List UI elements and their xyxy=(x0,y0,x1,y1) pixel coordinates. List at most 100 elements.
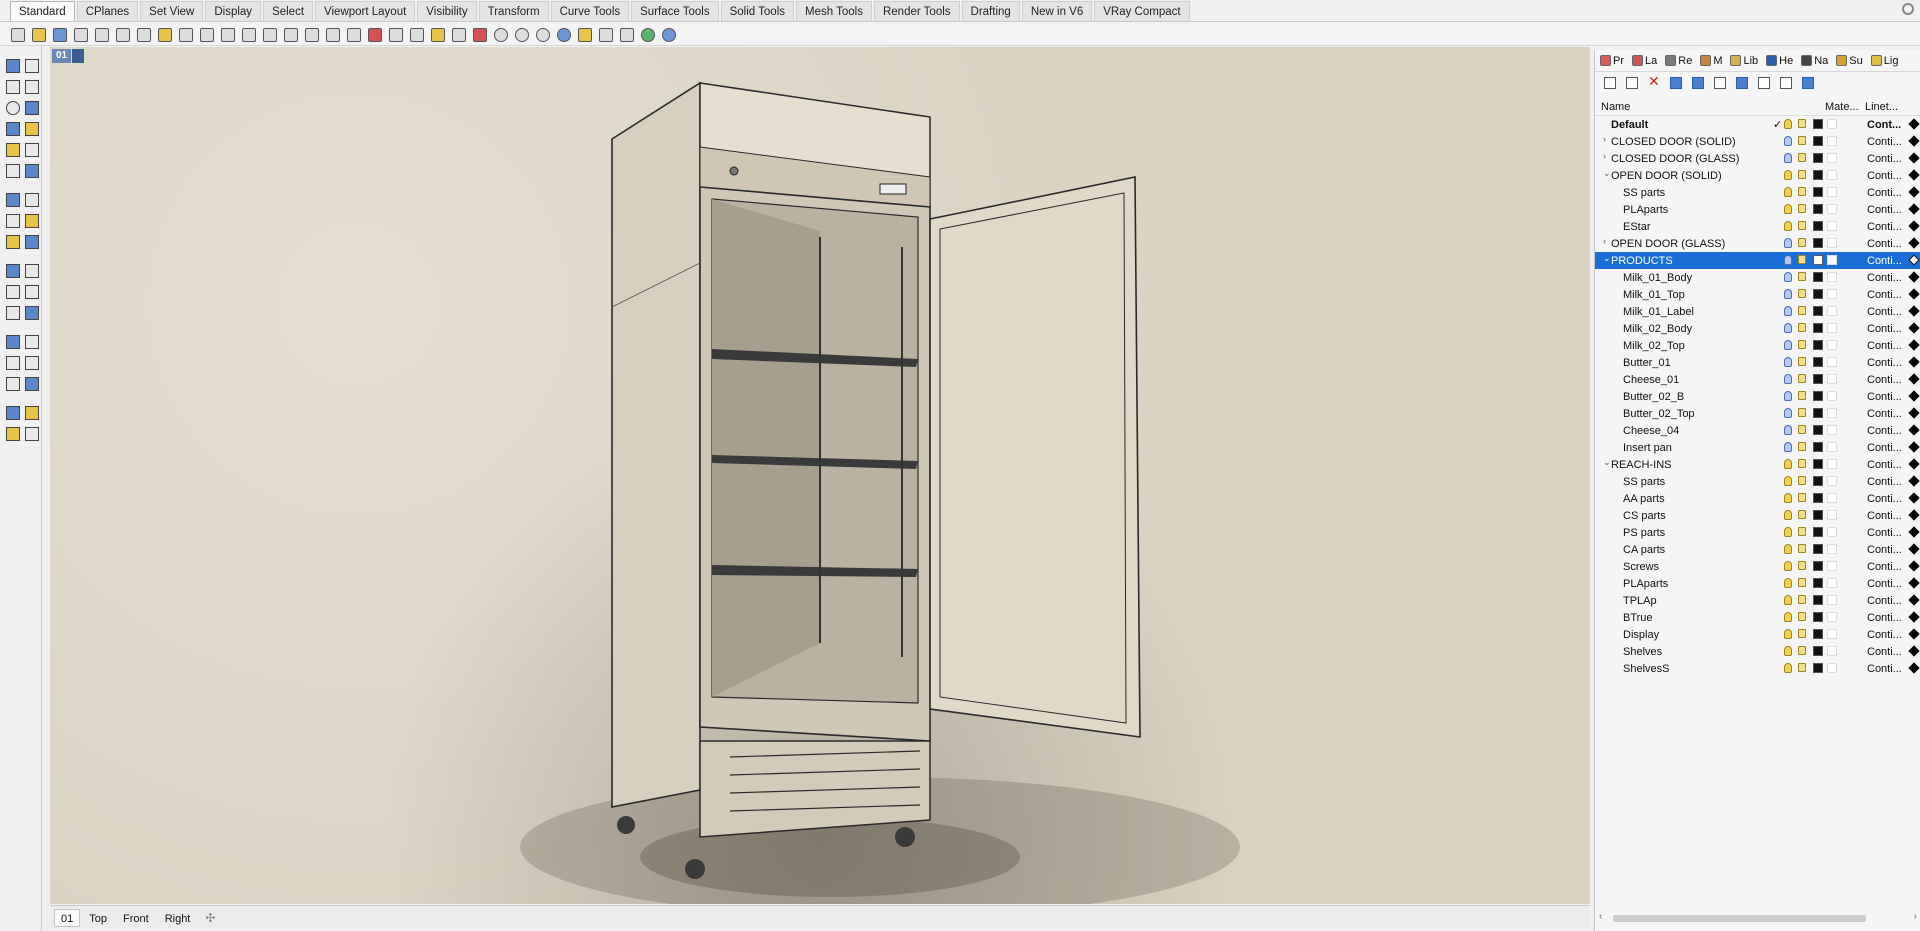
arc-icon[interactable] xyxy=(23,99,38,115)
layer-row[interactable]: Display Conti... xyxy=(1595,626,1920,643)
collapse-icon[interactable]: ⌄ xyxy=(1603,168,1611,179)
layer-row[interactable]: Screws Conti... xyxy=(1595,558,1920,575)
material-swatch[interactable] xyxy=(1827,221,1837,231)
layer-color-swatch[interactable] xyxy=(1813,561,1823,571)
print-color-icon[interactable] xyxy=(1908,645,1920,657)
visibility-bulb-icon[interactable] xyxy=(1784,629,1792,639)
layer-state-icon[interactable] xyxy=(4,425,20,441)
expand-icon[interactable]: › xyxy=(1603,236,1606,246)
lock-icon[interactable] xyxy=(1798,238,1806,247)
lock-icon[interactable] xyxy=(1798,510,1806,519)
layer-row[interactable]: Milk_02_Top Conti... xyxy=(1595,337,1920,354)
lock-icon[interactable] xyxy=(1798,374,1806,383)
material-swatch[interactable] xyxy=(1827,629,1837,639)
lock-icon[interactable] xyxy=(1798,170,1806,179)
linetype-value[interactable]: Conti... xyxy=(1867,544,1902,556)
linetype-value[interactable]: Conti... xyxy=(1867,153,1902,165)
linetype-value[interactable]: Conti... xyxy=(1867,646,1902,658)
layer-row[interactable]: CS parts Conti... xyxy=(1595,507,1920,524)
text-icon[interactable] xyxy=(23,333,38,349)
print-color-icon[interactable] xyxy=(1908,169,1920,181)
linetype-value[interactable]: Conti... xyxy=(1867,408,1902,420)
layer-row[interactable]: BTrue Conti... xyxy=(1595,609,1920,626)
undo-icon[interactable] xyxy=(176,25,194,43)
layer-color-swatch[interactable] xyxy=(1813,425,1823,435)
linetype-value[interactable]: Conti... xyxy=(1867,204,1902,216)
expand-icon[interactable]: › xyxy=(1603,151,1606,161)
drag-icon[interactable] xyxy=(407,25,425,43)
layer-color-swatch[interactable] xyxy=(1813,629,1823,639)
layer-color-swatch[interactable] xyxy=(1813,255,1823,265)
ribbon-tab-select[interactable]: Select xyxy=(263,1,314,21)
layer-row[interactable]: PS parts Conti... xyxy=(1595,524,1920,541)
scale-icon[interactable] xyxy=(23,304,38,320)
block-icon[interactable] xyxy=(4,375,20,391)
layer-row[interactable]: Butter_02_B Conti... xyxy=(1595,388,1920,405)
boolean-icon[interactable] xyxy=(4,283,20,299)
lock-icon[interactable] xyxy=(449,25,467,43)
layer-color-swatch[interactable] xyxy=(1813,476,1823,486)
panel-tab-sun[interactable]: Su xyxy=(1833,52,1865,70)
lock-icon[interactable] xyxy=(1798,629,1806,638)
column-name[interactable]: Name xyxy=(1595,101,1825,113)
layer-color-swatch[interactable] xyxy=(1813,646,1823,656)
layer-color-swatch[interactable] xyxy=(1813,119,1823,129)
print-color-icon[interactable] xyxy=(1908,628,1920,640)
lock-icon[interactable] xyxy=(1798,408,1806,417)
visibility-bulb-icon[interactable] xyxy=(1784,221,1792,231)
visibility-bulb-icon[interactable] xyxy=(1784,170,1792,180)
layer-color-swatch[interactable] xyxy=(1813,170,1823,180)
layer-row[interactable]: SS parts Conti... xyxy=(1595,184,1920,201)
move-layer-to-parent-icon[interactable] xyxy=(1713,76,1727,90)
material-swatch[interactable] xyxy=(1827,442,1837,452)
visibility-bulb-icon[interactable] xyxy=(1784,442,1792,452)
layer-color-swatch[interactable] xyxy=(1813,153,1823,163)
layer-color-swatch[interactable] xyxy=(1813,493,1823,503)
ribbon-tab-viewport-layout[interactable]: Viewport Layout xyxy=(315,1,416,21)
lock-icon[interactable] xyxy=(1798,119,1806,128)
save-icon[interactable] xyxy=(50,25,68,43)
visibility-bulb-icon[interactable] xyxy=(1784,510,1792,520)
layer-row[interactable]: PLAparts Conti... xyxy=(1595,575,1920,592)
print-color-icon[interactable] xyxy=(1908,492,1920,504)
material-swatch[interactable] xyxy=(1827,119,1837,129)
layer-row[interactable]: › OPEN DOOR (GLASS) Conti... xyxy=(1595,235,1920,252)
ribbon-tab-set-view[interactable]: Set View xyxy=(140,1,204,21)
linetype-value[interactable]: Cont... xyxy=(1867,119,1901,131)
lock-icon[interactable] xyxy=(1798,493,1806,502)
layer-row[interactable]: TPLAp Conti... xyxy=(1595,592,1920,609)
visibility-bulb-icon[interactable] xyxy=(1784,595,1792,605)
visibility-bulb-icon[interactable] xyxy=(1784,136,1792,146)
print-color-icon[interactable] xyxy=(1908,203,1920,215)
filter-icon[interactable] xyxy=(1735,76,1749,90)
lock-icon[interactable] xyxy=(1798,527,1806,536)
print-color-icon[interactable] xyxy=(1908,526,1920,538)
layer-color-swatch[interactable] xyxy=(1813,323,1823,333)
layer-color-swatch[interactable] xyxy=(1813,595,1823,605)
print-icon[interactable] xyxy=(71,25,89,43)
layer-color-swatch[interactable] xyxy=(1813,289,1823,299)
lock-icon[interactable] xyxy=(1798,476,1806,485)
lock-icon[interactable] xyxy=(1798,255,1806,264)
open-file-icon[interactable] xyxy=(29,25,47,43)
print-color-icon[interactable] xyxy=(1908,254,1920,266)
visibility-bulb-icon[interactable] xyxy=(1784,527,1792,537)
move-icon[interactable] xyxy=(218,25,236,43)
viewport-tab-01[interactable]: 01 xyxy=(54,908,81,927)
layer-row[interactable]: › CLOSED DOOR (SOLID) Conti... xyxy=(1595,133,1920,150)
material-swatch[interactable] xyxy=(1827,340,1837,350)
linetype-value[interactable]: Conti... xyxy=(1867,663,1902,675)
loft-icon[interactable] xyxy=(23,162,38,178)
linetype-value[interactable]: Conti... xyxy=(1867,595,1902,607)
zoom-window-icon[interactable] xyxy=(260,25,278,43)
panel-tab-library[interactable]: Lib xyxy=(1727,52,1761,70)
layer-row[interactable]: Shelves Conti... xyxy=(1595,643,1920,660)
linetype-value[interactable]: Conti... xyxy=(1867,238,1902,250)
print-color-icon[interactable] xyxy=(1908,237,1920,249)
new-layer-icon[interactable] xyxy=(1603,76,1617,90)
box-icon[interactable] xyxy=(4,191,20,207)
print-color-icon[interactable] xyxy=(1908,339,1920,351)
sweep-icon[interactable] xyxy=(23,212,38,228)
visibility-bulb-icon[interactable] xyxy=(1784,187,1792,197)
visibility-bulb-icon[interactable] xyxy=(1784,238,1792,248)
